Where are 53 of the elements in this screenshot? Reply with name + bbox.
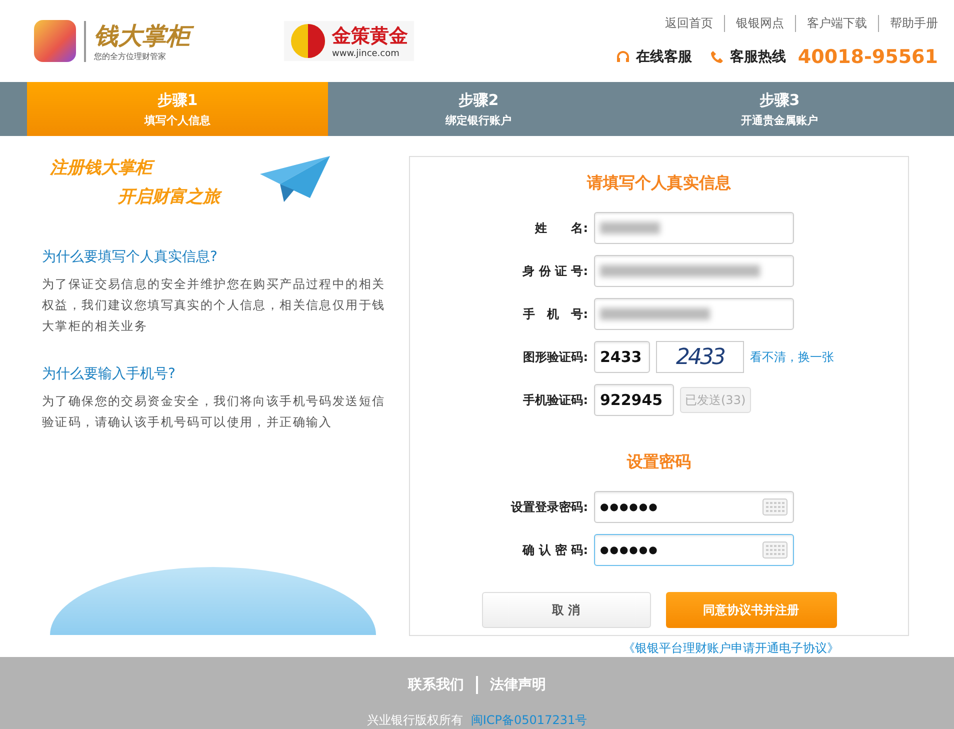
input-field[interactable]: 2433 (594, 341, 650, 373)
password-dots: ●●●●●● (600, 544, 658, 556)
password-field[interactable]: ●●●●●● (594, 534, 794, 566)
input-field[interactable] (594, 255, 794, 287)
faq-heading: 为什么要输入手机号? (42, 365, 176, 383)
field-label: 姓 名: (534, 220, 588, 236)
step-subtitle: 绑定银行账户 (446, 112, 512, 128)
copyright-text: 兴业银行版权所有 (366, 712, 463, 729)
input-field[interactable] (594, 298, 794, 330)
headset-icon (616, 50, 630, 64)
online-service-link[interactable]: 在线客服 (636, 48, 692, 66)
field-label: 设置登录密码: (510, 498, 588, 516)
step-subtitle: 填写个人信息 (144, 112, 210, 128)
app-logo-icon (34, 20, 76, 62)
keyboard-icon[interactable] (762, 541, 788, 559)
field-value: 922945 (600, 391, 663, 409)
brand-name: 钱大掌柜 (94, 20, 196, 50)
form-title: 请填写个人真实信息 (587, 173, 731, 194)
hotline-label: 客服热线 (730, 48, 786, 66)
field-label: 确 认 密 码: (521, 542, 588, 558)
step-title: 步骤3 (759, 90, 800, 110)
step-subtitle: 开通贵金属账户 (741, 112, 818, 128)
field-value: 2433 (600, 348, 642, 366)
field-label: 图形验证码: (522, 348, 588, 366)
step-title: 步骤1 (157, 90, 198, 110)
partner-logo: 金策黄金 www.jince.com (284, 21, 414, 61)
faq-text: 为了确保您的交易资金安全，我们将向该手机号码发送短信验证码，请确认该手机号码可以使用，并正确输入 (42, 393, 386, 431)
field-label: 身 份 证 号: (522, 262, 588, 280)
keyboard-icon[interactable] (762, 498, 788, 516)
blurred-value (600, 222, 660, 234)
slogan-text: 注册钱大掌柜 (50, 156, 220, 179)
nav-link[interactable]: 帮助手册 (878, 14, 938, 32)
agreement-link[interactable]: 《银银平台理财账户申请开通电子协议》 (623, 640, 839, 657)
step-title: 步骤2 (458, 90, 499, 110)
refresh-captcha-link[interactable]: 看不清，换一张 (750, 348, 834, 366)
cancel-button[interactable]: 取 消 (482, 592, 650, 628)
field-label: 手 机 号: (522, 306, 588, 322)
nav-link[interactable]: 客户端下载 (795, 14, 867, 32)
captcha-image: 2433 (656, 341, 744, 373)
phone-icon (710, 50, 724, 64)
faq-heading: 为什么要填写个人真实信息? (42, 248, 218, 266)
hotline-number: 40018-95561 (798, 46, 938, 68)
input-field[interactable] (594, 212, 794, 244)
nav-link[interactable]: 返回首页 (654, 14, 713, 32)
nav-link[interactable]: 银银网点 (724, 14, 784, 32)
section-title: 设置密码 (627, 452, 691, 473)
password-dots: ●●●●●● (600, 502, 658, 512)
password-field[interactable]: ●●●●●● (594, 491, 794, 523)
slogan-text: 开启财富之旅 (118, 186, 220, 208)
brand-tagline: 您的全方位理财管家 (94, 50, 167, 62)
faq-text: 为了保证交易信息的安全并维护您在购买产品过程中的相关权益，我们建议您填写真实的个人信息，相关信息仅用于钱大掌柜的相关业务 (42, 276, 386, 335)
partner-emblem-icon (290, 23, 326, 59)
field-label: 手机验证码: (522, 392, 588, 408)
